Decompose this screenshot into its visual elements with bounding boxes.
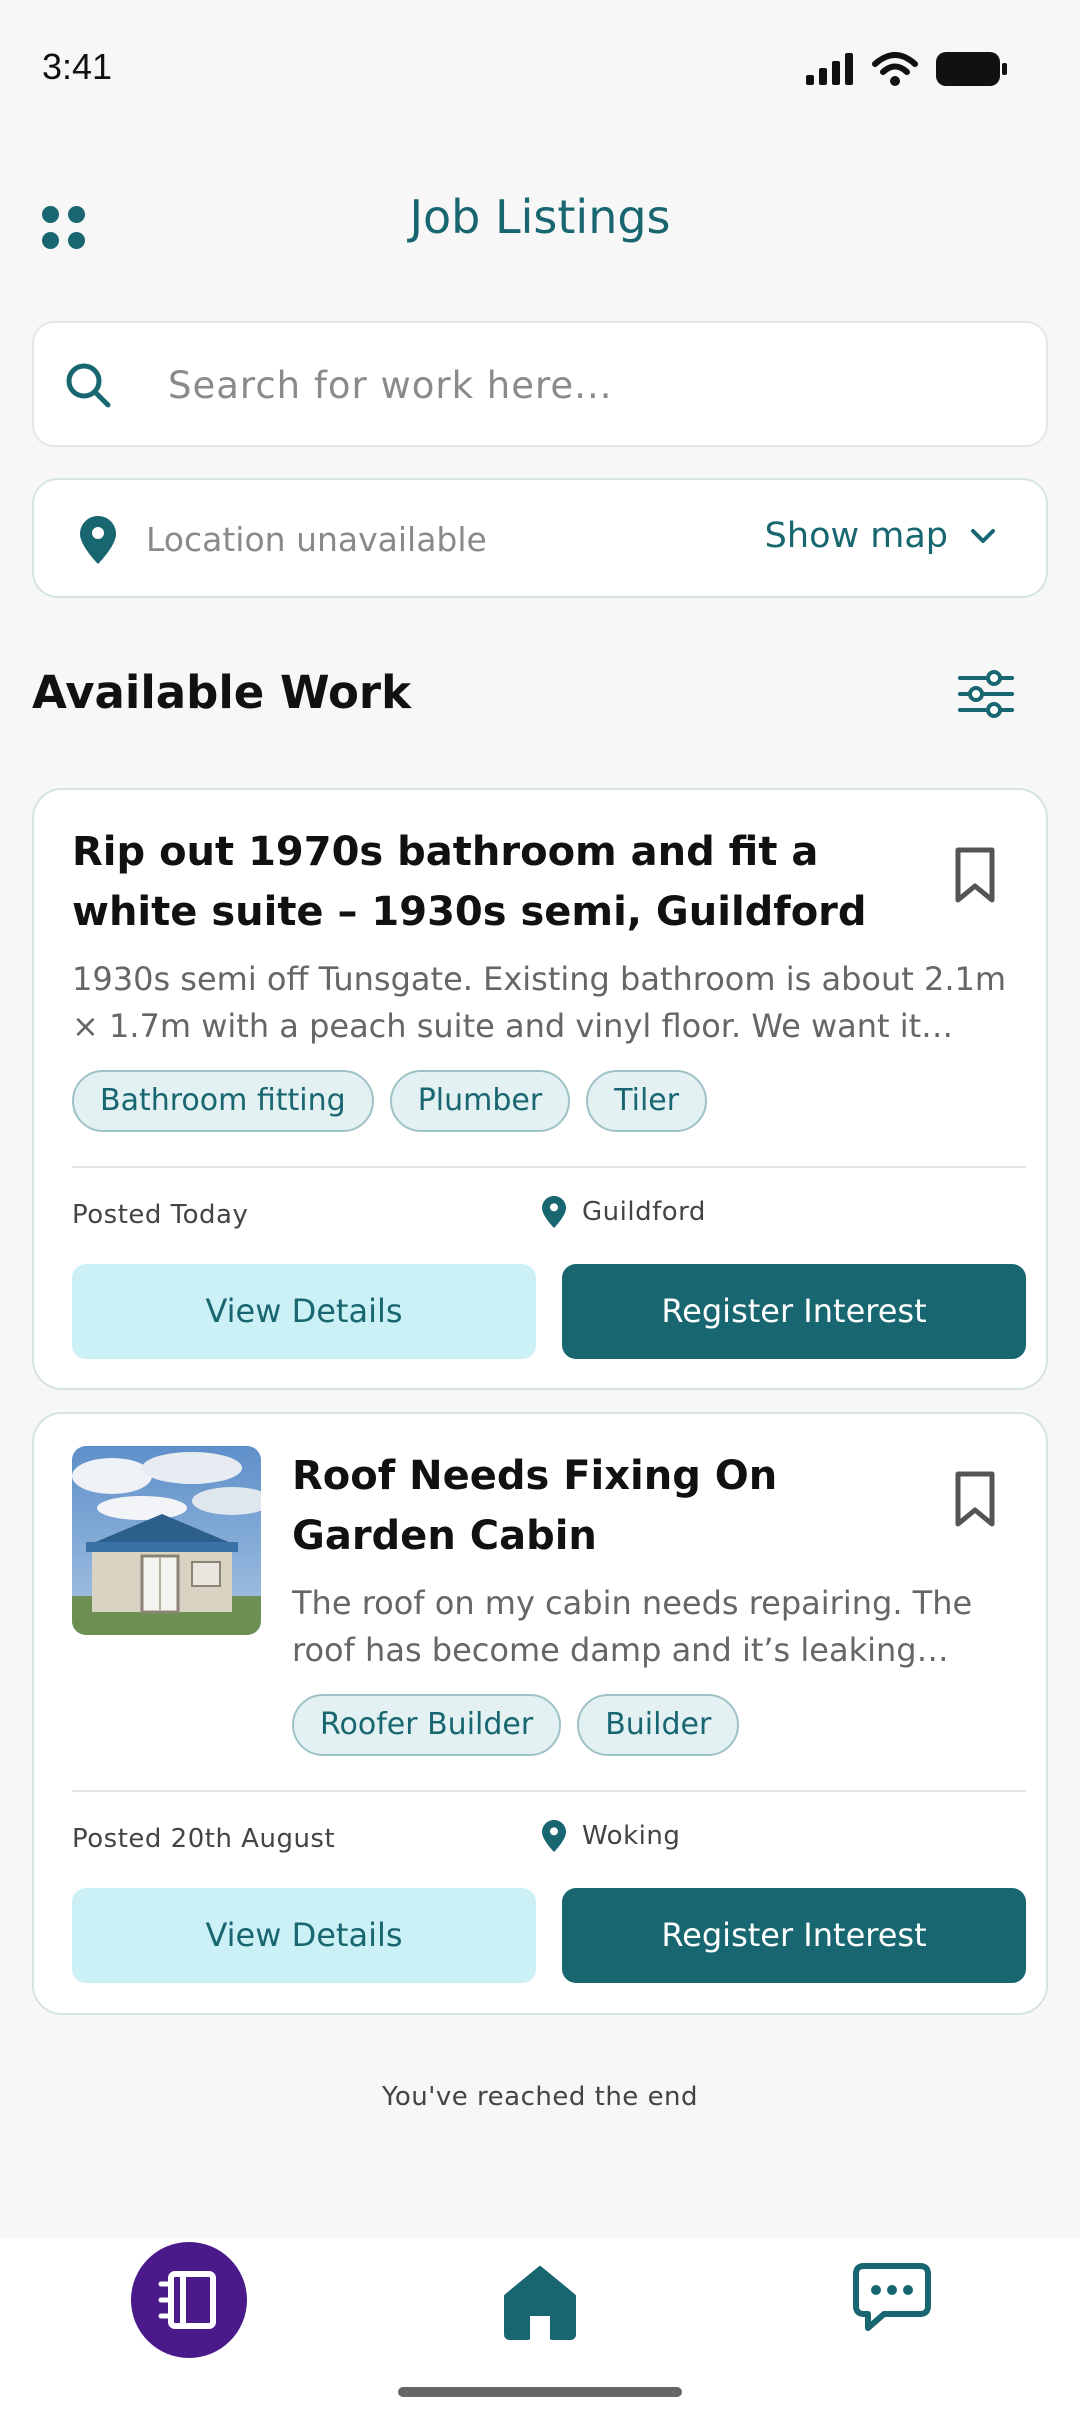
job-tags: Bathroom fitting Plumber Tiler xyxy=(72,1070,708,1132)
job-description: 1930s semi off Tunsgate. Existing bathro… xyxy=(72,960,1007,1045)
job-tag: Builder xyxy=(577,1694,740,1756)
job-card[interactable]: Rip out 1970s bathroom and fit a white s… xyxy=(32,788,1048,1390)
search-input[interactable] xyxy=(168,347,1008,423)
job-title: Roof Needs Fixing On Garden Cabin xyxy=(292,1453,778,1559)
location-bar: Location unavailable Show map xyxy=(32,478,1048,598)
view-details-button[interactable]: View Details xyxy=(72,1264,536,1359)
nav-listings-button[interactable] xyxy=(131,2242,247,2358)
job-description: The roof on my cabin needs repairing. Th… xyxy=(292,1584,973,1669)
search-box xyxy=(32,321,1048,447)
job-tag: Tiler xyxy=(586,1070,708,1132)
card-divider xyxy=(72,1166,1026,1168)
show-map-label: Show map xyxy=(764,516,948,556)
job-thumbnail xyxy=(72,1446,261,1635)
register-interest-button[interactable]: Register Interest xyxy=(562,1264,1026,1359)
end-of-list-message: You've reached the end xyxy=(381,2082,699,2112)
job-tags: Roofer Builder Builder xyxy=(292,1694,740,1756)
status-icons xyxy=(806,52,1008,86)
listings-icon xyxy=(158,2271,216,2329)
header: Job Listings xyxy=(0,170,1080,260)
section-title: Available Work xyxy=(32,666,412,719)
register-interest-button[interactable]: Register Interest xyxy=(562,1888,1026,1983)
job-location-text: Woking xyxy=(582,1821,681,1851)
search-icon xyxy=(66,363,111,408)
posted-date: Posted Today xyxy=(72,1200,249,1230)
battery-icon xyxy=(936,52,1007,86)
job-location: Guildford xyxy=(542,1196,706,1228)
card-divider xyxy=(72,1790,1026,1792)
job-tag: Bathroom fitting xyxy=(72,1070,374,1132)
job-location-text: Guildford xyxy=(582,1197,706,1227)
show-map-toggle[interactable]: Show map xyxy=(765,516,996,556)
posted-date: Posted 20th August xyxy=(72,1824,336,1854)
job-tag: Plumber xyxy=(389,1070,571,1132)
bookmark-icon[interactable] xyxy=(950,846,1000,906)
page-title: Job Listings xyxy=(409,190,671,244)
chat-icon xyxy=(853,2263,931,2331)
job-title: Rip out 1970s bathroom and fit a white s… xyxy=(72,829,867,935)
signal-icon xyxy=(806,53,853,85)
chevron-down-icon xyxy=(971,529,995,543)
home-icon xyxy=(504,2266,576,2340)
status-bar: 3:41 xyxy=(0,0,1080,140)
location-status: Location unavailable xyxy=(146,520,487,559)
location-pin-icon xyxy=(542,1196,566,1228)
bookmark-icon[interactable] xyxy=(950,1470,1000,1530)
status-time: 3:41 xyxy=(42,46,113,87)
job-card[interactable]: Roof Needs Fixing On Garden Cabin The ro… xyxy=(32,1412,1048,2015)
job-tag: Roofer Builder xyxy=(292,1694,562,1756)
filter-sliders-icon[interactable] xyxy=(958,666,1014,718)
home-indicator xyxy=(398,2387,682,2397)
wifi-icon xyxy=(872,52,918,86)
location-pin-icon xyxy=(542,1820,566,1852)
job-location: Woking xyxy=(542,1820,680,1852)
nav-home-button[interactable] xyxy=(500,2262,580,2342)
view-details-button[interactable]: View Details xyxy=(72,1888,536,1983)
location-pin-icon xyxy=(80,516,116,564)
nav-chat-button[interactable] xyxy=(852,2262,932,2334)
